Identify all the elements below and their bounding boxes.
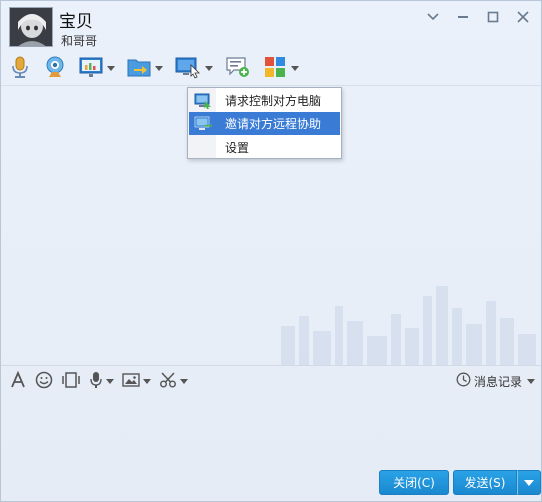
chevron-down-icon[interactable] bbox=[180, 378, 188, 384]
remote-assist-menu: 请求控制对方电脑 邀请对方远程协助 设置 bbox=[187, 87, 342, 159]
menu-item-label: 请求控制对方电脑 bbox=[225, 94, 322, 108]
chat-header: 宝贝 和哥哥 bbox=[1, 1, 541, 87]
voice-call-button[interactable] bbox=[9, 54, 31, 82]
chevron-down-icon[interactable] bbox=[421, 7, 445, 27]
contact-name: 宝贝 bbox=[59, 12, 93, 32]
shake-button[interactable] bbox=[61, 369, 81, 393]
group-chat-button[interactable] bbox=[225, 54, 251, 82]
send-button[interactable]: 发送(S) bbox=[453, 470, 517, 495]
window-controls bbox=[421, 7, 535, 27]
smiley-icon bbox=[35, 371, 53, 392]
chevron-down-icon bbox=[527, 378, 535, 384]
chevron-down-icon[interactable] bbox=[143, 378, 151, 384]
clock-icon bbox=[456, 372, 471, 390]
voice-message-button[interactable] bbox=[89, 369, 114, 393]
chat-window: 宝贝 和哥哥 请求控制对方电脑 邀请对方远程协助 设置 消息记录 关闭(C) 发… bbox=[0, 0, 542, 502]
image-icon bbox=[122, 372, 140, 391]
font-icon bbox=[9, 370, 27, 392]
close-button[interactable]: 关闭(C) bbox=[379, 470, 449, 495]
message-input[interactable] bbox=[1, 394, 541, 466]
apps-grid-icon bbox=[263, 55, 287, 82]
apps-button[interactable] bbox=[263, 54, 299, 82]
microphone-icon bbox=[9, 55, 31, 82]
menu-item-settings[interactable]: 设置 bbox=[189, 136, 340, 159]
remote-assist-button[interactable] bbox=[175, 54, 213, 82]
history-label: 消息记录 bbox=[473, 374, 522, 389]
edit-toolbar bbox=[9, 369, 196, 393]
minimize-icon[interactable] bbox=[451, 7, 475, 27]
file-transfer-button[interactable] bbox=[127, 54, 163, 82]
menu-item-invite-assist[interactable]: 邀请对方远程协助 bbox=[189, 112, 340, 135]
city-skyline-background bbox=[281, 286, 536, 366]
menu-item-request-control[interactable]: 请求控制对方电脑 bbox=[189, 89, 340, 112]
emoji-button[interactable] bbox=[35, 369, 53, 393]
video-call-button[interactable] bbox=[43, 54, 67, 82]
close-icon[interactable] bbox=[511, 7, 535, 27]
chevron-down-icon[interactable] bbox=[205, 65, 213, 71]
webcam-icon bbox=[43, 55, 67, 82]
scissors-icon bbox=[159, 371, 177, 392]
image-button[interactable] bbox=[122, 369, 151, 393]
folder-send-icon bbox=[127, 55, 151, 82]
avatar[interactable] bbox=[9, 7, 53, 47]
remote-control-icon bbox=[189, 93, 217, 109]
contact-signature: 和哥哥 bbox=[61, 34, 98, 48]
chevron-down-icon[interactable] bbox=[107, 65, 115, 71]
chat-toolbar bbox=[9, 54, 311, 82]
maximize-icon[interactable] bbox=[481, 7, 505, 27]
add-chat-icon bbox=[225, 55, 251, 82]
chevron-down-icon bbox=[524, 479, 534, 486]
presentation-icon bbox=[79, 55, 103, 82]
screen-share-button[interactable] bbox=[79, 54, 115, 82]
divider bbox=[1, 365, 541, 366]
message-history-button[interactable]: 消息记录 bbox=[456, 371, 535, 391]
menu-item-label: 邀请对方远程协助 bbox=[225, 117, 322, 131]
chevron-down-icon[interactable] bbox=[155, 65, 163, 71]
menu-item-label: 设置 bbox=[225, 141, 250, 155]
chevron-down-icon[interactable] bbox=[106, 378, 114, 384]
send-options-button[interactable] bbox=[517, 470, 541, 495]
screenshot-button[interactable] bbox=[159, 369, 188, 393]
font-button[interactable] bbox=[9, 369, 27, 393]
shake-icon bbox=[61, 371, 81, 392]
remote-desktop-icon bbox=[175, 55, 201, 82]
microphone-icon bbox=[89, 371, 103, 392]
remote-invite-icon bbox=[189, 116, 217, 132]
chevron-down-icon[interactable] bbox=[291, 65, 299, 71]
